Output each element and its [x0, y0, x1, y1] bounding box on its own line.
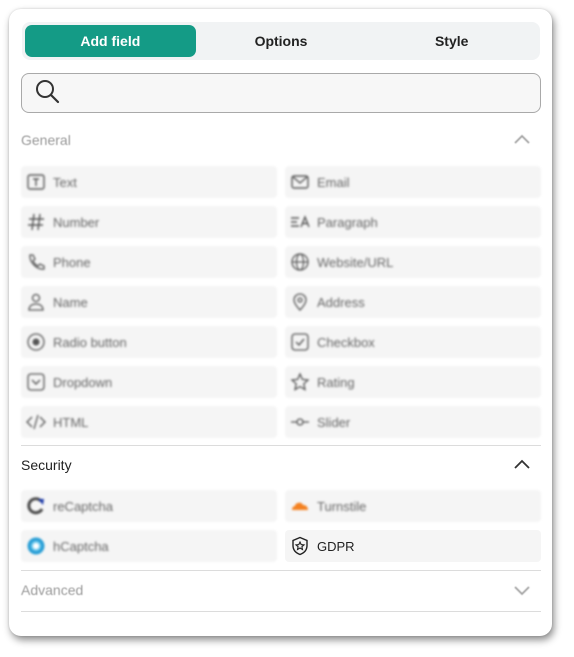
- field-label: Website/URL: [317, 254, 394, 270]
- chevron-down-icon: [514, 586, 530, 596]
- field-label: hCaptcha: [53, 538, 109, 554]
- shield-star-icon: [289, 535, 311, 557]
- field-dropdown[interactable]: Dropdown: [21, 366, 277, 398]
- phone-icon: [25, 251, 47, 273]
- section-security-header[interactable]: Security: [21, 446, 541, 484]
- checkbox-icon: [289, 331, 311, 353]
- globe-icon: [289, 251, 311, 273]
- field-label: Address: [317, 294, 365, 310]
- field-phone[interactable]: Phone: [21, 246, 277, 278]
- field-label: Slider: [317, 414, 351, 430]
- field-label: Number: [53, 214, 100, 230]
- field-radio-button[interactable]: Radio button: [21, 326, 277, 358]
- paragraph-icon: [289, 211, 311, 233]
- field-label: reCaptcha: [53, 498, 113, 514]
- section-advanced-title: Advanced: [21, 582, 84, 598]
- security-fields-grid: reCaptcha Turnstile hCaptcha GDPR: [21, 490, 541, 562]
- section-security-title: Security: [21, 457, 72, 473]
- field-name[interactable]: Name: [21, 286, 277, 318]
- divider: [21, 611, 541, 612]
- field-label: Dropdown: [53, 374, 113, 390]
- field-label: Name: [53, 294, 88, 310]
- field-recaptcha[interactable]: reCaptcha: [21, 490, 277, 522]
- tab-options[interactable]: Options: [196, 25, 367, 57]
- add-field-panel: Add field Options Style General Text Ema…: [9, 9, 552, 636]
- text-icon: [25, 171, 47, 193]
- field-slider[interactable]: Slider: [285, 406, 541, 438]
- section-general-header[interactable]: General: [21, 121, 541, 159]
- section-advanced-header[interactable]: Advanced: [21, 571, 541, 609]
- radio-icon: [25, 331, 47, 353]
- chevron-up-icon: [514, 134, 530, 144]
- field-label: HTML: [53, 414, 89, 430]
- field-paragraph[interactable]: Paragraph: [285, 206, 541, 238]
- hcaptcha-icon: [25, 535, 47, 557]
- chevron-up-icon: [514, 459, 530, 469]
- mail-icon: [289, 171, 311, 193]
- tab-add-field[interactable]: Add field: [25, 25, 196, 57]
- map-pin-icon: [289, 291, 311, 313]
- general-fields-grid: Text Email Number Paragraph Phone Websit…: [21, 166, 541, 438]
- field-label: Rating: [317, 374, 355, 390]
- person-icon: [25, 291, 47, 313]
- field-gdpr[interactable]: GDPR: [285, 530, 541, 562]
- field-label: Radio button: [53, 334, 127, 350]
- field-website-url[interactable]: Website/URL: [285, 246, 541, 278]
- dropdown-icon: [25, 371, 47, 393]
- code-icon: [25, 411, 47, 433]
- search-box[interactable]: [21, 73, 541, 113]
- search-input[interactable]: [68, 74, 540, 112]
- field-hcaptcha[interactable]: hCaptcha: [21, 530, 277, 562]
- field-html[interactable]: HTML: [21, 406, 277, 438]
- field-label: GDPR: [317, 538, 355, 554]
- field-label: Turnstile: [317, 498, 367, 514]
- field-rating[interactable]: Rating: [285, 366, 541, 398]
- field-email[interactable]: Email: [285, 166, 541, 198]
- field-text[interactable]: Text: [21, 166, 277, 198]
- tab-style[interactable]: Style: [366, 25, 537, 57]
- field-label: Email: [317, 174, 350, 190]
- star-icon: [289, 371, 311, 393]
- field-label: Text: [53, 174, 77, 190]
- tab-bar: Add field Options Style: [22, 22, 540, 60]
- field-checkbox[interactable]: Checkbox: [285, 326, 541, 358]
- recaptcha-icon: [25, 495, 47, 517]
- field-label: Paragraph: [317, 214, 378, 230]
- field-address[interactable]: Address: [285, 286, 541, 318]
- hash-icon: [25, 211, 47, 233]
- section-general-title: General: [21, 132, 71, 148]
- field-label: Checkbox: [317, 334, 375, 350]
- field-label: Phone: [53, 254, 91, 270]
- search-icon: [34, 78, 60, 109]
- slider-icon: [289, 411, 311, 433]
- field-number[interactable]: Number: [21, 206, 277, 238]
- cloudflare-icon: [289, 495, 311, 517]
- field-turnstile[interactable]: Turnstile: [285, 490, 541, 522]
